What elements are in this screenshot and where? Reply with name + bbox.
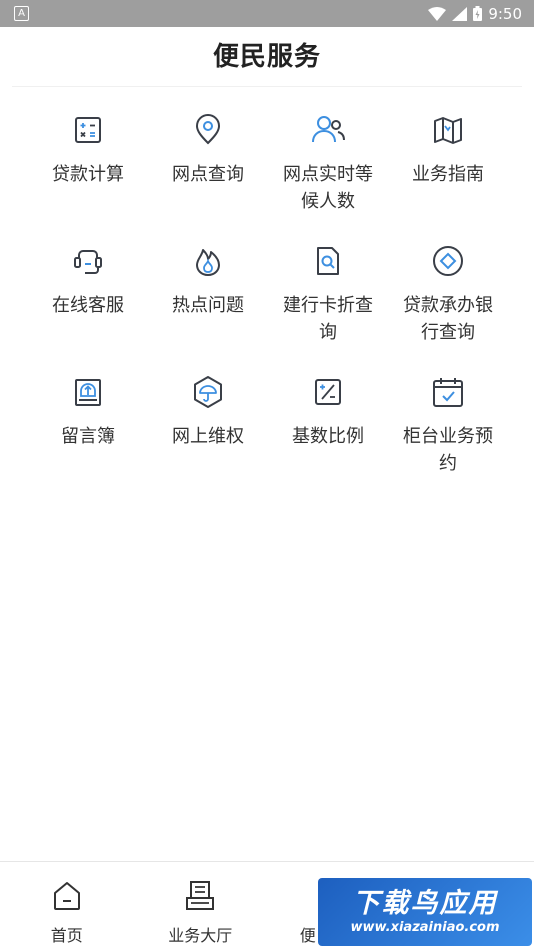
service-label: 网点查询 bbox=[156, 161, 260, 188]
home-icon bbox=[50, 879, 84, 913]
watermark-title: 下载鸟应用 bbox=[353, 888, 498, 920]
umbrella-shield-icon bbox=[190, 374, 226, 410]
inbox-icon bbox=[70, 374, 106, 410]
tab-label: 业务大厅 bbox=[168, 922, 232, 946]
app-notification-icon: A bbox=[14, 6, 29, 21]
diamond-circle-icon bbox=[430, 243, 466, 279]
calendar-check-icon bbox=[430, 374, 466, 410]
watermark-url: www.xiazainiao.com bbox=[350, 920, 499, 936]
status-icons: 9:50 bbox=[428, 5, 522, 23]
tab-label: 便 bbox=[300, 922, 316, 946]
service-label: 热点问题 bbox=[156, 292, 260, 319]
signal-icon bbox=[452, 7, 467, 21]
service-rights-protection[interactable]: 网上维权 bbox=[148, 368, 268, 499]
status-bar: A 9:50 bbox=[0, 0, 534, 27]
status-time: 9:50 bbox=[488, 5, 522, 23]
service-loan-bank-query[interactable]: 贷款承办银行查询 bbox=[388, 237, 508, 368]
service-label: 柜台业务预约 bbox=[396, 423, 500, 477]
document-search-icon bbox=[310, 243, 346, 279]
percent-icon bbox=[310, 374, 346, 410]
divider bbox=[12, 86, 522, 87]
page-title: 便民服务 bbox=[0, 36, 534, 73]
service-label: 贷款承办银行查询 bbox=[396, 292, 500, 346]
service-label: 网上维权 bbox=[156, 423, 260, 450]
watermark-logo: 下载鸟应用 www.xiazainiao.com bbox=[318, 878, 532, 946]
tab-label: 首页 bbox=[51, 922, 83, 946]
tab-business-hall[interactable]: 业务大厅 bbox=[134, 862, 268, 949]
service-loan-calculator[interactable]: 贷款计算 bbox=[28, 106, 148, 237]
service-grid: 贷款计算 网点查询 网点实时等候人数 业务指南 bbox=[28, 106, 508, 499]
headset-icon bbox=[70, 243, 106, 279]
service-label: 在线客服 bbox=[36, 292, 140, 319]
service-guestbook[interactable]: 留言簿 bbox=[28, 368, 148, 499]
battery-icon bbox=[473, 6, 482, 21]
service-label: 基数比例 bbox=[276, 423, 380, 450]
document-stack-icon bbox=[183, 879, 217, 913]
service-hot-topics[interactable]: 热点问题 bbox=[148, 237, 268, 368]
service-counter-appointment[interactable]: 柜台业务预约 bbox=[388, 368, 508, 499]
location-pin-icon bbox=[190, 112, 226, 148]
service-label: 业务指南 bbox=[396, 161, 500, 188]
flame-icon bbox=[190, 243, 226, 279]
calculator-icon bbox=[70, 112, 106, 148]
service-outlet-queue[interactable]: 网点实时等候人数 bbox=[268, 106, 388, 237]
tab-home[interactable]: 首页 bbox=[0, 862, 134, 949]
map-icon bbox=[430, 112, 466, 148]
service-outlet-search[interactable]: 网点查询 bbox=[148, 106, 268, 237]
service-base-ratio[interactable]: 基数比例 bbox=[268, 368, 388, 499]
service-online-support[interactable]: 在线客服 bbox=[28, 237, 148, 368]
wifi-icon bbox=[428, 7, 446, 21]
service-label: 贷款计算 bbox=[36, 161, 140, 188]
service-label: 留言簿 bbox=[36, 423, 140, 450]
service-label: 网点实时等候人数 bbox=[276, 161, 380, 215]
service-card-query[interactable]: 建行卡折查询 bbox=[268, 237, 388, 368]
service-label: 建行卡折查询 bbox=[276, 292, 380, 346]
service-business-guide[interactable]: 业务指南 bbox=[388, 106, 508, 237]
people-icon bbox=[310, 112, 346, 148]
